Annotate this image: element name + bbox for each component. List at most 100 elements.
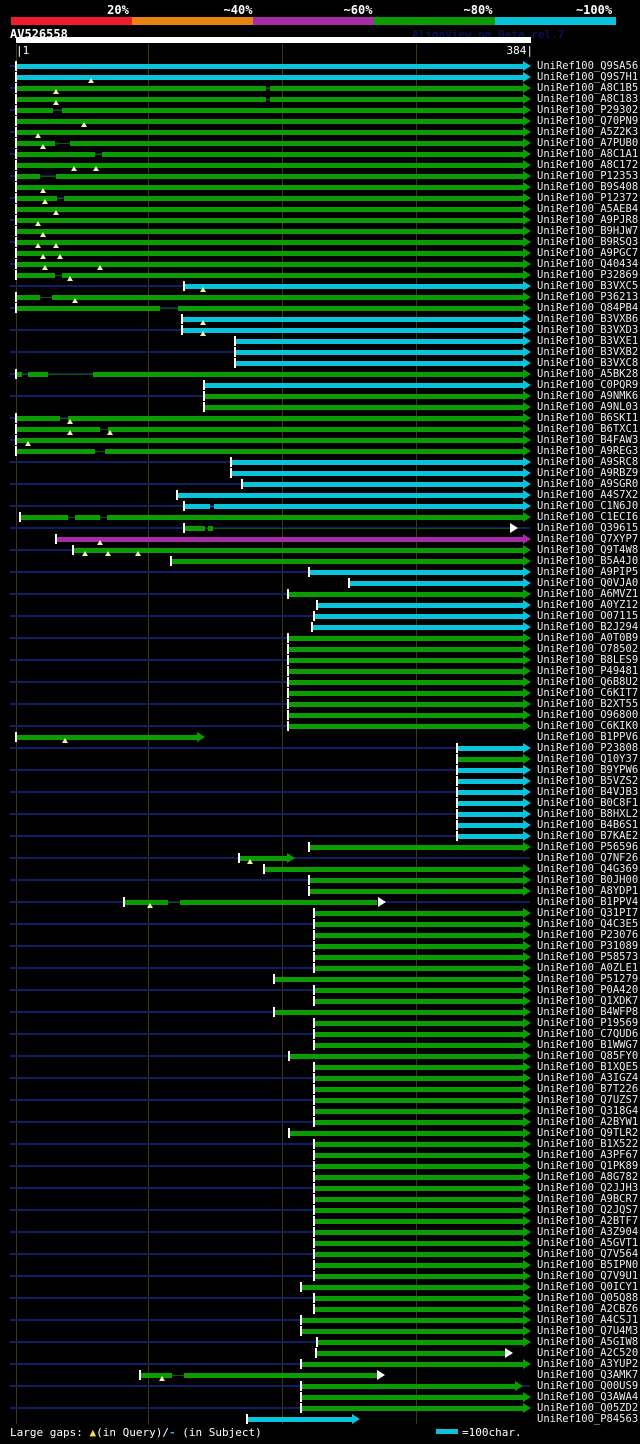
alignment-bar-segment[interactable] xyxy=(315,1032,523,1037)
alignment-bar-segment[interactable] xyxy=(17,438,523,443)
alignment-bar-segment[interactable] xyxy=(17,218,523,223)
alignment-bar-segment[interactable] xyxy=(57,537,523,542)
alignment-bar-segment[interactable] xyxy=(289,669,523,674)
alignment-bar-segment[interactable] xyxy=(315,911,523,916)
alignment-bar-segment[interactable] xyxy=(318,1340,523,1345)
alignment-bar-segment[interactable] xyxy=(315,1076,523,1081)
alignment-bar-segment[interactable] xyxy=(289,713,523,718)
alignment-bar-segment[interactable] xyxy=(17,735,197,740)
alignment-bar-segment[interactable] xyxy=(289,647,523,652)
alignment-bar-segment[interactable] xyxy=(458,746,523,751)
alignment-bar-segment[interactable] xyxy=(302,1285,523,1290)
alignment-bar-segment[interactable] xyxy=(289,592,523,597)
alignment-bar-segment[interactable] xyxy=(208,526,213,531)
alignment-bar-segment[interactable] xyxy=(458,779,523,784)
alignment-bar-segment[interactable] xyxy=(17,295,40,300)
alignment-bar-segment[interactable] xyxy=(315,966,523,971)
alignment-bar-segment[interactable] xyxy=(315,1175,523,1180)
alignment-bar-segment[interactable] xyxy=(108,427,523,432)
alignment-bar-segment[interactable] xyxy=(236,339,523,344)
alignment-bar-segment[interactable] xyxy=(289,680,523,685)
alignment-bar-segment[interactable] xyxy=(62,108,523,113)
alignment-bar-segment[interactable] xyxy=(310,889,523,894)
alignment-bar-segment[interactable] xyxy=(315,1307,523,1312)
alignment-bar-segment[interactable] xyxy=(302,1318,523,1323)
alignment-bar-segment[interactable] xyxy=(270,97,523,102)
alignment-bar-segment[interactable] xyxy=(243,482,523,487)
alignment-bar-segment[interactable] xyxy=(232,471,523,476)
alignment-bar-segment[interactable] xyxy=(17,251,523,256)
alignment-bar-segment[interactable] xyxy=(184,1373,377,1378)
alignment-bar-segment[interactable] xyxy=(302,1329,523,1334)
alignment-bar-segment[interactable] xyxy=(17,449,95,454)
alignment-bar-segment[interactable] xyxy=(17,427,100,432)
alignment-bar-segment[interactable] xyxy=(214,504,523,509)
alignment-bar-segment[interactable] xyxy=(275,1010,523,1015)
alignment-bar-segment[interactable] xyxy=(62,273,523,278)
alignment-bar-segment[interactable] xyxy=(315,1197,523,1202)
alignment-bar-segment[interactable] xyxy=(290,1054,523,1059)
alignment-bar-segment[interactable] xyxy=(315,922,523,927)
alignment-bar-segment[interactable] xyxy=(17,108,53,113)
alignment-bar-segment[interactable] xyxy=(28,372,48,377)
alignment-bar-segment[interactable] xyxy=(310,878,523,883)
alignment-bar-segment[interactable] xyxy=(17,185,523,190)
alignment-bar-segment[interactable] xyxy=(17,372,22,377)
alignment-bar-segment[interactable] xyxy=(317,1351,505,1356)
alignment-bar-segment[interactable] xyxy=(270,86,523,91)
alignment-bar-segment[interactable] xyxy=(141,1373,172,1378)
alignment-bar-segment[interactable] xyxy=(205,394,523,399)
alignment-bar-segment[interactable] xyxy=(236,350,523,355)
alignment-bar-segment[interactable] xyxy=(315,1120,523,1125)
alignment-bar-segment[interactable] xyxy=(315,1296,523,1301)
alignment-bar-segment[interactable] xyxy=(289,691,523,696)
alignment-bar-segment[interactable] xyxy=(56,174,523,179)
alignment-bar-segment[interactable] xyxy=(302,1406,523,1411)
alignment-bar-segment[interactable] xyxy=(315,955,523,960)
alignment-bar-segment[interactable] xyxy=(102,152,523,157)
alignment-bar-segment[interactable] xyxy=(17,64,523,69)
alignment-bar-segment[interactable] xyxy=(458,768,523,773)
alignment-bar-segment[interactable] xyxy=(315,999,523,1004)
alignment-bar-segment[interactable] xyxy=(75,515,100,520)
alignment-bar-segment[interactable] xyxy=(178,306,523,311)
alignment-bar-segment[interactable] xyxy=(458,834,523,839)
alignment-bar-segment[interactable] xyxy=(310,570,523,575)
alignment-bar-segment[interactable] xyxy=(52,295,523,300)
alignment-bar-segment[interactable] xyxy=(315,1263,523,1268)
alignment-bar-segment[interactable] xyxy=(315,1065,523,1070)
alignment-bar-segment[interactable] xyxy=(310,845,523,850)
alignment-bar-segment[interactable] xyxy=(302,1362,523,1367)
alignment-bar-segment[interactable] xyxy=(105,449,523,454)
alignment-bar-segment[interactable] xyxy=(302,1384,515,1389)
alignment-bar-segment[interactable] xyxy=(315,614,523,619)
alignment-bar-segment[interactable] xyxy=(315,1241,523,1246)
alignment-bar-segment[interactable] xyxy=(17,119,523,124)
alignment-bar-segment[interactable] xyxy=(178,493,523,498)
alignment-bar-segment[interactable] xyxy=(17,152,95,157)
alignment-bar-segment[interactable] xyxy=(107,515,523,520)
alignment-bar-segment[interactable] xyxy=(458,823,523,828)
alignment-bar-segment[interactable] xyxy=(17,240,523,245)
alignment-bar-segment[interactable] xyxy=(458,801,523,806)
alignment-bar-segment[interactable] xyxy=(458,757,523,762)
alignment-bar-segment[interactable] xyxy=(180,900,377,905)
alignment-bar-segment[interactable] xyxy=(17,262,523,267)
alignment-bar-segment[interactable] xyxy=(315,1186,523,1191)
alignment-bar-segment[interactable] xyxy=(17,196,57,201)
alignment-bar-segment[interactable] xyxy=(458,812,523,817)
alignment-bar-segment[interactable] xyxy=(64,196,523,201)
alignment-bar-segment[interactable] xyxy=(315,1219,523,1224)
alignment-bar-segment[interactable] xyxy=(315,1142,523,1147)
alignment-bar-segment[interactable] xyxy=(315,1021,523,1026)
alignment-bar-segment[interactable] xyxy=(289,658,523,663)
alignment-bar-segment[interactable] xyxy=(205,405,523,410)
alignment-bar-segment[interactable] xyxy=(458,790,523,795)
alignment-bar-segment[interactable] xyxy=(248,1417,352,1422)
alignment-bar-segment[interactable] xyxy=(74,548,523,553)
alignment-bar-segment[interactable] xyxy=(289,636,523,641)
alignment-bar-segment[interactable] xyxy=(302,1395,523,1400)
alignment-bar-segment[interactable] xyxy=(315,1164,523,1169)
alignment-bar-segment[interactable] xyxy=(93,372,523,377)
alignment-bar-segment[interactable] xyxy=(315,1230,523,1235)
